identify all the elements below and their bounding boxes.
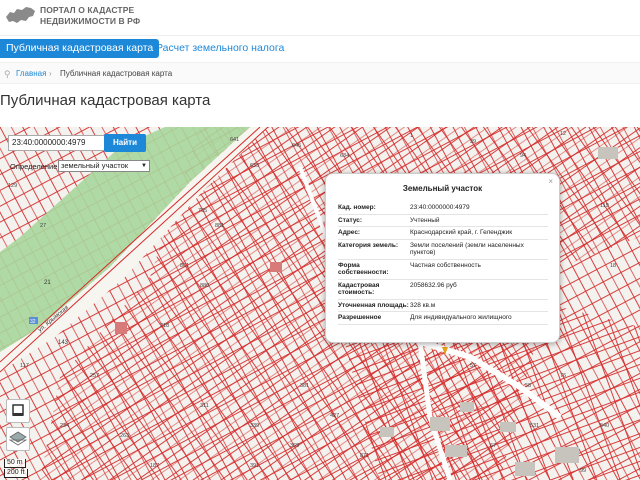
breadcrumb-separator: ›	[49, 69, 52, 78]
svg-text:641: 641	[230, 137, 239, 143]
road-number-143: 143	[58, 340, 69, 346]
info-row: Адрес: Краснодарский край, г. Геленджик	[338, 226, 548, 240]
layers-icon	[8, 431, 28, 446]
fullscreen-button[interactable]	[6, 399, 30, 423]
svg-text:12: 12	[560, 131, 566, 137]
svg-text:67: 67	[490, 443, 496, 449]
info-row: Форма собственности: Частная собственност…	[338, 259, 548, 280]
svg-text:427: 427	[330, 413, 339, 419]
scale-imperial: 200 ft	[4, 469, 28, 478]
info-row: Статус: Учтенный	[338, 214, 548, 227]
location-pin-icon: ⚲	[4, 69, 11, 79]
info-row: Разрешенное Для индивидуального жилищного	[338, 311, 548, 325]
info-row: Уточненная площадь: 328 кв.м	[338, 299, 548, 312]
svg-text:119: 119	[600, 203, 609, 209]
svg-text:27: 27	[40, 223, 46, 229]
svg-text:645: 645	[292, 143, 301, 149]
info-value: Земли поселений (земли населенных пункто…	[410, 239, 548, 260]
svg-text:57: 57	[470, 363, 476, 369]
nav-tab-cadastral-map[interactable]: Публичная кадастровая карта	[0, 39, 160, 58]
parcel-info-table: Кад. номер: 23:40:0000000:4979 Статус: Учте…	[338, 202, 548, 325]
info-value: Частная собственность	[410, 259, 548, 280]
info-key: Форма собственности:	[338, 259, 410, 280]
svg-text:257: 257	[90, 373, 99, 379]
info-key: Категория земель:	[338, 239, 410, 260]
search-button[interactable]: Найти	[104, 134, 146, 152]
breadcrumb-current: Публичная кадастровая карта	[60, 69, 173, 78]
svg-text:187: 187	[150, 463, 159, 469]
info-value: Для индивидуального жилищного	[410, 311, 548, 325]
svg-text:94: 94	[520, 153, 526, 159]
definition-selected-value: земельный участок	[61, 161, 129, 170]
russia-map-icon[interactable]	[4, 3, 36, 27]
svg-text:369: 369	[290, 443, 299, 449]
svg-text:18: 18	[610, 263, 616, 269]
info-key: Кад. номер:	[338, 202, 410, 215]
definition-select[interactable]: земельный участок ▼	[58, 160, 150, 172]
svg-text:117: 117	[20, 363, 29, 369]
info-row: Категория земель: Земли поселений (земли …	[338, 239, 548, 260]
parcel-info-popup: × Земельный участок Кад. номер: 23:40:000…	[325, 173, 560, 343]
info-value: Учтенный	[410, 214, 548, 227]
scale-metric: 50 m	[4, 459, 26, 468]
svg-text:58: 58	[525, 383, 531, 389]
svg-text:99: 99	[580, 468, 586, 474]
main-nav: Публичная кадастровая карта Расчет земел…	[0, 38, 640, 60]
chevron-down-icon: ▼	[141, 163, 147, 169]
svg-text:540: 540	[600, 423, 609, 429]
svg-text:531: 531	[530, 423, 539, 429]
info-row: Кад. номер: 23:40:0000000:4979	[338, 202, 548, 215]
svg-text:129: 129	[8, 183, 17, 189]
site-header: ПОРТАЛ О КАДАСТРЕ НЕДВИЖИМОСТИ В РФ	[0, 0, 640, 36]
road-badge-label: 32	[30, 319, 36, 325]
info-key: Разрешенное	[338, 311, 410, 325]
svg-text:311: 311	[200, 403, 209, 409]
info-key: Статус:	[338, 214, 410, 227]
info-value: 2058632.96 руб	[410, 279, 548, 300]
svg-text:234: 234	[60, 423, 69, 429]
breadcrumb: ⚲ Главная › Публичная кадастровая карта	[0, 62, 640, 84]
info-key: Кадастровая стоимость:	[338, 279, 410, 300]
svg-text:880: 880	[200, 283, 209, 289]
frame-icon	[12, 404, 24, 416]
svg-text:381: 381	[300, 383, 309, 389]
info-row: Кадастровая стоимость: 2058632.96 руб	[338, 279, 548, 300]
info-key: Уточненная площадь:	[338, 299, 410, 312]
layers-button[interactable]	[6, 427, 30, 451]
logo-text[interactable]: ПОРТАЛ О КАДАСТРЕ НЕДВИЖИМОСТИ В РФ	[40, 5, 140, 27]
svg-text:39: 39	[470, 139, 476, 145]
svg-text:881: 881	[215, 223, 224, 229]
breadcrumb-home[interactable]: Главная	[16, 63, 46, 85]
svg-text:634: 634	[340, 153, 349, 159]
info-value: 23:40:0000000:4979	[410, 202, 548, 215]
popup-title: Земельный участок	[402, 184, 483, 193]
info-value: Краснодарский край, г. Геленджик	[410, 226, 548, 240]
cadastral-map[interactable]: 641 645 634 635 785 881 801 880 218 257 234 263 …	[0, 127, 640, 480]
svg-text:76: 76	[560, 373, 566, 379]
page-title: Публичная кадастровая карта	[0, 92, 211, 109]
info-value: 328 кв.м	[410, 299, 548, 312]
svg-text:871: 871	[360, 453, 369, 459]
logo-line-2: НЕДВИЖИМОСТИ В РФ	[40, 16, 141, 26]
svg-text:1: 1	[410, 133, 413, 139]
logo-line-1: ПОРТАЛ О КАДАСТРЕ	[40, 5, 135, 15]
svg-text:391: 391	[250, 463, 259, 469]
road-number-21: 21	[44, 280, 51, 286]
info-key: Адрес:	[338, 226, 410, 240]
svg-text:635: 635	[250, 163, 259, 169]
svg-text:785: 785	[198, 208, 207, 214]
nav-tab-land-tax[interactable]: Расчет земельного налога	[156, 39, 284, 58]
svg-text:339: 339	[250, 423, 259, 429]
svg-text:263: 263	[120, 433, 129, 439]
definition-label: Определение:	[10, 162, 60, 171]
svg-text:218: 218	[160, 323, 169, 329]
svg-text:801: 801	[180, 263, 189, 269]
